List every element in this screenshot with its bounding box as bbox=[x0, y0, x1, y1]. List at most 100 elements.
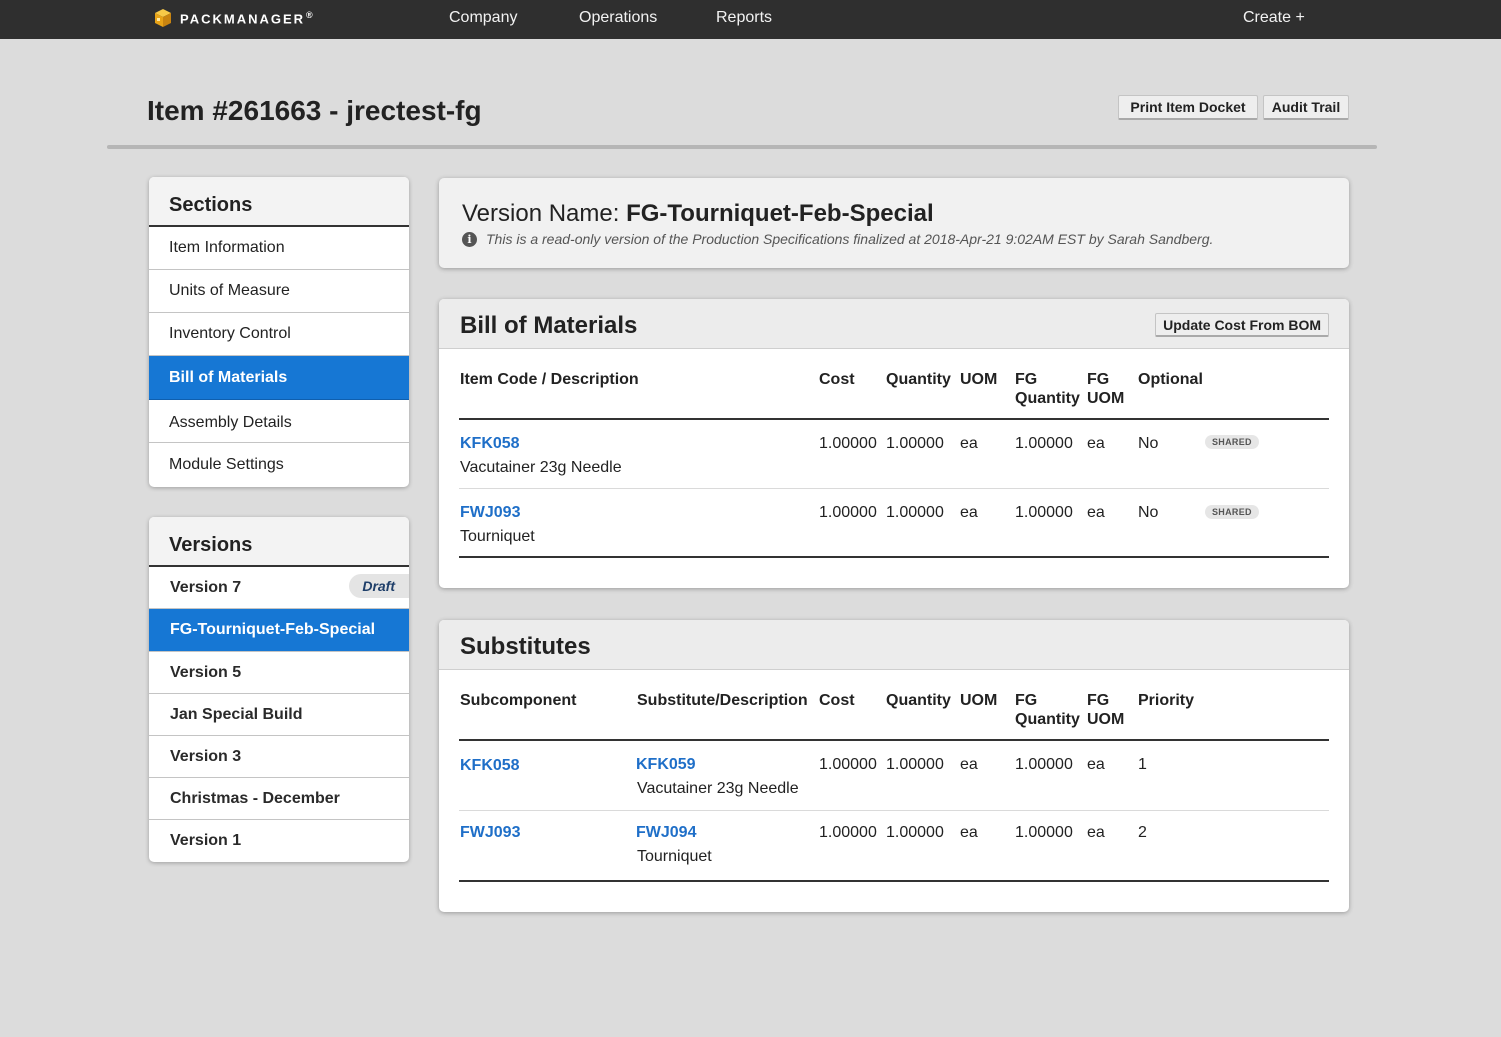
sections-panel: Sections Item Information Units of Measu… bbox=[149, 177, 409, 487]
section-units-of-measure[interactable]: Units of Measure bbox=[149, 270, 409, 313]
substitute-fg-uom: ea bbox=[1087, 756, 1105, 773]
read-only-note: i This is a read-only version of the Pro… bbox=[462, 231, 1213, 247]
update-cost-from-bom-button[interactable]: Update Cost From BOM bbox=[1155, 313, 1329, 337]
section-assembly-details[interactable]: Assembly Details bbox=[149, 400, 409, 443]
version-item-jan-special-build[interactable]: Jan Special Build bbox=[149, 694, 409, 736]
brand-name: PACKMANAGER® bbox=[180, 9, 315, 27]
bom-fg-uom: ea bbox=[1087, 435, 1105, 452]
box-icon bbox=[153, 8, 173, 28]
col-fg-uom: FG UOM bbox=[1087, 370, 1124, 408]
col-quantity: Quantity bbox=[886, 371, 951, 388]
substitutes-heading-bar: Substitutes bbox=[439, 620, 1349, 670]
version-name: Version Name: FG-Tourniquet-Feb-Special bbox=[462, 200, 934, 228]
shared-badge: SHARED bbox=[1205, 505, 1259, 519]
substitute-fg-uom: ea bbox=[1087, 824, 1105, 841]
version-label: Version 7 bbox=[170, 578, 242, 596]
version-item-fg-tourniquet-feb-special[interactable]: FG-Tourniquet-Feb-Special bbox=[149, 609, 409, 652]
version-item-5[interactable]: Version 5 bbox=[149, 652, 409, 694]
bom-uom: ea bbox=[960, 504, 978, 521]
substitute-link[interactable]: KFK059 bbox=[636, 755, 696, 774]
nav-company[interactable]: Company bbox=[449, 9, 517, 27]
substitutes-card: Substitutes Subcomponent Substitute/Desc… bbox=[439, 620, 1349, 912]
col-cost: Cost bbox=[819, 371, 855, 388]
bill-of-materials-card: Bill of Materials Update Cost From BOM I… bbox=[439, 299, 1349, 588]
col-fg-quantity: FG Quantity bbox=[1015, 691, 1080, 729]
nav-operations[interactable]: Operations bbox=[579, 9, 657, 27]
bom-item-code-link[interactable]: KFK058 bbox=[460, 434, 520, 453]
bom-item-description: Tourniquet bbox=[460, 528, 535, 545]
bom-uom: ea bbox=[960, 435, 978, 452]
section-inventory-control[interactable]: Inventory Control bbox=[149, 313, 409, 356]
registered-mark: ® bbox=[306, 9, 315, 20]
versions-panel: Versions Version 7 Draft FG-Tourniquet-F… bbox=[149, 517, 409, 862]
substitute-description: Tourniquet bbox=[637, 848, 712, 865]
version-name-card: Version Name: FG-Tourniquet-Feb-Special … bbox=[439, 178, 1349, 268]
section-item-information[interactable]: Item Information bbox=[149, 227, 409, 270]
substitute-quantity: 1.00000 bbox=[886, 824, 944, 841]
col-fg-uom-line2: UOM bbox=[1087, 390, 1125, 407]
col-subcomponent: Subcomponent bbox=[460, 692, 577, 709]
col-uom: UOM bbox=[960, 692, 998, 709]
substitutes-heading: Substitutes bbox=[460, 633, 591, 660]
bom-heading: Bill of Materials bbox=[460, 312, 638, 339]
top-navbar: PACKMANAGER® Company Operations Reports … bbox=[0, 0, 1501, 39]
print-item-docket-button[interactable]: Print Item Docket bbox=[1118, 95, 1258, 120]
substitute-uom: ea bbox=[960, 824, 978, 841]
col-uom: UOM bbox=[960, 371, 998, 388]
substitute-link[interactable]: FWJ094 bbox=[636, 823, 696, 842]
bom-quantity: 1.00000 bbox=[886, 504, 944, 521]
version-item-christmas-december[interactable]: Christmas - December bbox=[149, 778, 409, 820]
bom-item-code-link[interactable]: FWJ093 bbox=[460, 503, 520, 522]
substitutes-footer-rule bbox=[459, 880, 1329, 882]
bom-cost: 1.00000 bbox=[819, 504, 877, 521]
bom-optional: No bbox=[1138, 504, 1159, 521]
shared-badge: SHARED bbox=[1205, 435, 1259, 449]
substitute-priority: 2 bbox=[1138, 824, 1147, 841]
col-optional: Optional bbox=[1138, 371, 1203, 388]
bom-footer-rule bbox=[459, 556, 1329, 558]
substitute-cost: 1.00000 bbox=[819, 756, 877, 773]
col-fg-uom-line1: FG bbox=[1087, 692, 1110, 709]
section-module-settings[interactable]: Module Settings bbox=[149, 443, 409, 487]
subcomponent-link[interactable]: KFK058 bbox=[460, 756, 520, 775]
section-bill-of-materials[interactable]: Bill of Materials bbox=[149, 356, 409, 400]
substitute-cost: 1.00000 bbox=[819, 824, 877, 841]
substitutes-row-divider bbox=[459, 810, 1329, 811]
col-priority: Priority bbox=[1138, 692, 1195, 709]
read-only-note-text: This is a read-only version of the Produ… bbox=[486, 231, 1214, 247]
versions-heading: Versions bbox=[149, 517, 409, 567]
bom-row-divider bbox=[459, 488, 1329, 489]
version-item-1[interactable]: Version 1 bbox=[149, 820, 409, 862]
version-item-7[interactable]: Version 7 Draft bbox=[149, 567, 409, 609]
col-substitute-description: Substitute/Description bbox=[637, 692, 808, 709]
substitute-fg-quantity: 1.00000 bbox=[1015, 824, 1073, 841]
col-fg-quantity-line2: Quantity bbox=[1015, 390, 1080, 407]
bom-fg-uom: ea bbox=[1087, 504, 1105, 521]
bom-heading-bar: Bill of Materials Update Cost From BOM bbox=[439, 299, 1349, 349]
col-fg-quantity-line1: FG bbox=[1015, 371, 1038, 388]
brand-logo[interactable]: PACKMANAGER® bbox=[153, 8, 315, 28]
bom-fg-quantity: 1.00000 bbox=[1015, 435, 1073, 452]
nav-create[interactable]: Create + bbox=[1243, 9, 1305, 27]
version-name-value: FG-Tourniquet-Feb-Special bbox=[626, 200, 934, 227]
bom-header-rule bbox=[459, 418, 1329, 420]
bom-fg-quantity: 1.00000 bbox=[1015, 504, 1073, 521]
substitute-priority: 1 bbox=[1138, 756, 1147, 773]
bom-optional: No bbox=[1138, 435, 1159, 452]
substitutes-header-rule bbox=[459, 739, 1329, 741]
subcomponent-link[interactable]: FWJ093 bbox=[460, 823, 520, 842]
version-item-3[interactable]: Version 3 bbox=[149, 736, 409, 778]
audit-trail-button[interactable]: Audit Trail bbox=[1263, 95, 1349, 120]
col-item-code-description: Item Code / Description bbox=[460, 371, 639, 388]
nav-reports[interactable]: Reports bbox=[716, 9, 772, 27]
sections-heading: Sections bbox=[149, 177, 409, 227]
page-title: Item #261663 - jrectest-fg bbox=[147, 95, 482, 126]
substitute-fg-quantity: 1.00000 bbox=[1015, 756, 1073, 773]
col-fg-uom-line1: FG bbox=[1087, 371, 1110, 388]
col-fg-quantity-line1: FG bbox=[1015, 692, 1038, 709]
col-fg-quantity-line2: Quantity bbox=[1015, 711, 1080, 728]
col-fg-quantity: FG Quantity bbox=[1015, 370, 1080, 408]
title-divider bbox=[107, 145, 1377, 149]
col-fg-uom: FG UOM bbox=[1087, 691, 1124, 729]
col-cost: Cost bbox=[819, 692, 855, 709]
